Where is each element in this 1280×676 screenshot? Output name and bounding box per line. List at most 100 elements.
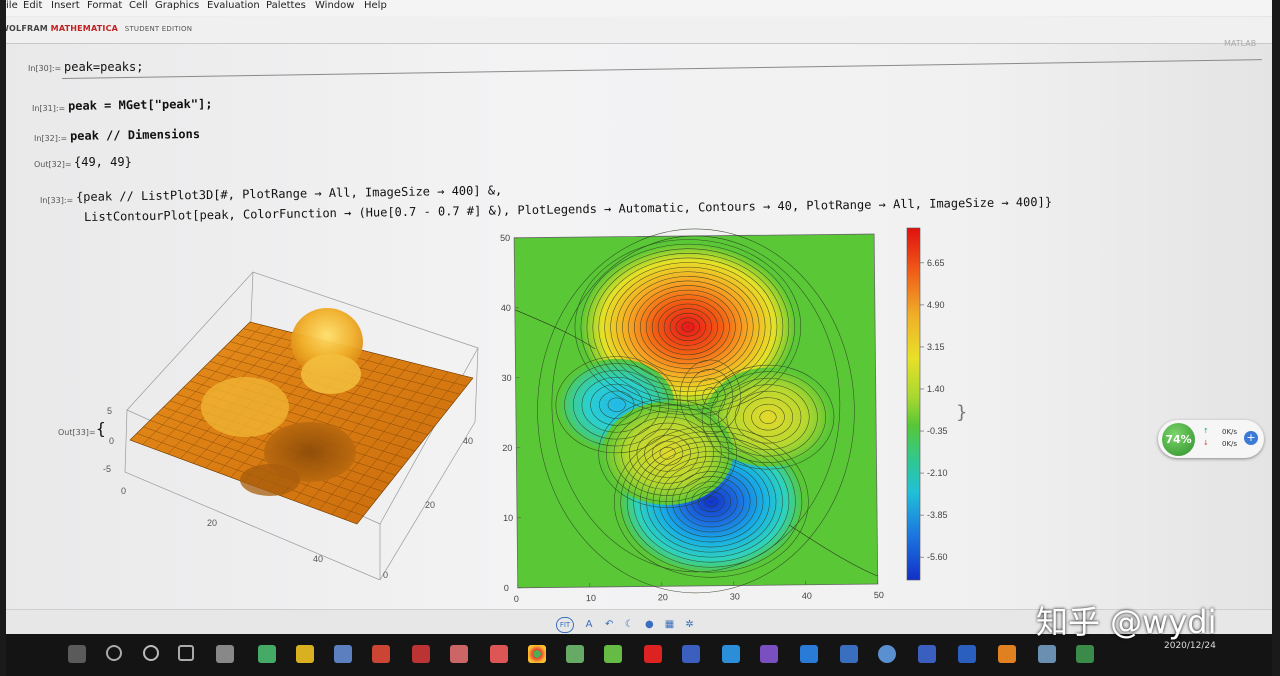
word-icon[interactable] [958,645,976,663]
cell-code-in30[interactable]: peak=peaks; [64,60,143,74]
menu-window[interactable]: Window [315,0,354,11]
brand-bar: WOLFRAM MATHEMATICA STUDENT EDITION MATL… [0,17,1280,48]
app-icon[interactable] [998,645,1016,663]
y-tick-label: 50 [500,233,510,243]
legend-tick-label: 3.15 [927,342,945,352]
app-icon[interactable] [1076,645,1094,663]
download-arrow-icon: ↓ [1203,439,1209,447]
z-tick-neg5: -5 [103,464,111,474]
app-icon[interactable] [258,645,276,663]
y-tick-label: 0 [504,583,509,593]
cell-label-in30: In[30]:= [28,64,62,73]
x-tick-label: 40 [802,591,812,601]
menu-help[interactable]: Help [364,0,387,11]
add-icon[interactable]: + [1244,431,1258,445]
legend-tick-label: -0.35 [927,426,948,436]
cell-label-out32: Out[32]= [34,160,72,169]
x-tick-0: 0 [121,486,126,496]
menu-cell[interactable]: Cell [129,0,148,11]
wolfram-logo: WOLFRAM MATHEMATICA STUDENT EDITION [0,24,193,33]
legend-brace: } [956,402,967,423]
y-tick-20: 20 [425,500,435,510]
legend-tick-label: -3.85 [927,510,948,520]
app-icon[interactable] [604,645,622,663]
monitor-bezel-right [1272,0,1280,676]
z-tick-5: 5 [107,406,112,416]
legend-tick-label: -5.60 [927,552,948,562]
menu-format[interactable]: Format [87,0,122,11]
cell-label-in31: In[31]:= [32,104,66,113]
moon-icon[interactable]: ☾ [623,619,635,631]
app-icon[interactable] [450,645,468,663]
surface-hill [201,377,289,437]
app-icon[interactable] [878,645,896,663]
cell-code-in32[interactable]: peak // Dimensions [70,127,200,143]
matlab-label: MATLAB [1224,39,1257,48]
menu-edit[interactable]: Edit [23,0,42,11]
watermark: 知乎 @wydi [1036,603,1217,641]
legend-tick-label: 4.90 [927,300,945,310]
menu-graphics[interactable]: Graphics [155,0,199,11]
x-tick-40: 40 [313,554,323,564]
y-tick-label: 20 [502,443,512,453]
legend-ticks: 6.65 4.90 3.15 1.40 -0.35 -2.10 -3.85 -5.60 [920,258,948,562]
app-icon[interactable] [1038,645,1056,663]
settings-icon[interactable]: ✲ [684,619,696,631]
visual-studio-icon[interactable] [760,645,778,663]
surface-pit-wall [240,464,300,496]
y-tick-label: 30 [502,373,512,383]
upload-arrow-icon: ↑ [1203,427,1209,435]
monitor-bezel-left [0,0,6,676]
text-tool-icon[interactable]: A [583,619,595,631]
contour-plot: 0 10 20 30 40 50 50 40 30 20 10 0 [500,228,884,604]
app-icon[interactable] [840,645,858,663]
cell-label-in32: In[32]:= [34,134,68,143]
app-icon[interactable] [334,645,352,663]
cell-code-in31[interactable]: peak = MGet["peak"]; [68,97,213,113]
surface-plot-3d: 5 0 -5 0 20 40 0 20 40 [103,271,479,580]
file-explorer-icon[interactable] [296,645,314,663]
app-icon[interactable] [490,645,508,663]
menu-evaluation[interactable]: Evaluation [207,0,260,11]
cell-output-out32: {49, 49} [74,155,132,169]
app-icon[interactable] [566,645,584,663]
app-icon[interactable] [412,645,430,663]
menu-bar: File Edit Insert Format Cell Graphics Ev… [0,0,1280,16]
cell-code-in33-line1[interactable]: {peak // ListPlot3D[#, PlotRange → All, … [76,183,502,204]
x-tick-label: 20 [658,592,668,602]
cpu-usage-badge[interactable]: 74% [1162,423,1195,456]
x-tick-20: 20 [207,518,217,528]
y-tick-label: 40 [501,303,511,313]
task-view-icon[interactable] [178,645,194,661]
menu-palettes[interactable]: Palettes [266,0,306,11]
vs-code-icon[interactable] [800,645,818,663]
z-tick-0: 0 [109,436,114,446]
search-icon[interactable] [106,645,122,661]
cortana-icon[interactable] [143,645,159,661]
fit-button[interactable]: FIT [556,617,574,633]
download-rate: 0K/s [1222,440,1238,448]
undo-icon[interactable]: ↶ [603,619,615,631]
x-tick-label: 10 [586,593,596,603]
surface-ridge [301,354,361,394]
start-icon[interactable] [68,645,86,663]
keyboard-icon[interactable]: ▦ [663,619,675,631]
cell-divider [61,59,1262,79]
app-icon[interactable] [918,645,936,663]
x-tick-label: 0 [514,594,519,604]
cell-label-in33: In[33]:= [40,196,74,205]
y-tick-0: 0 [383,570,388,580]
legend-tick-label: 6.65 [927,258,945,268]
menu-insert[interactable]: Insert [51,0,80,11]
app-icon[interactable] [372,645,390,663]
chrome-icon[interactable] [528,645,546,663]
mathematica-icon[interactable] [644,645,662,663]
app-icon[interactable] [216,645,234,663]
matlab-icon[interactable] [682,645,700,663]
zoom-toolbar: FIT A ↶ ☾ ● ▦ ✲ [556,612,699,633]
mic-icon[interactable]: ● [643,619,655,631]
x-tick-label: 30 [730,591,740,601]
color-legend: 6.65 4.90 3.15 1.40 -0.35 -2.10 -3.85 -5.60 } [906,227,967,581]
x-tick-label: 50 [874,590,884,600]
app-icon[interactable] [722,645,740,663]
